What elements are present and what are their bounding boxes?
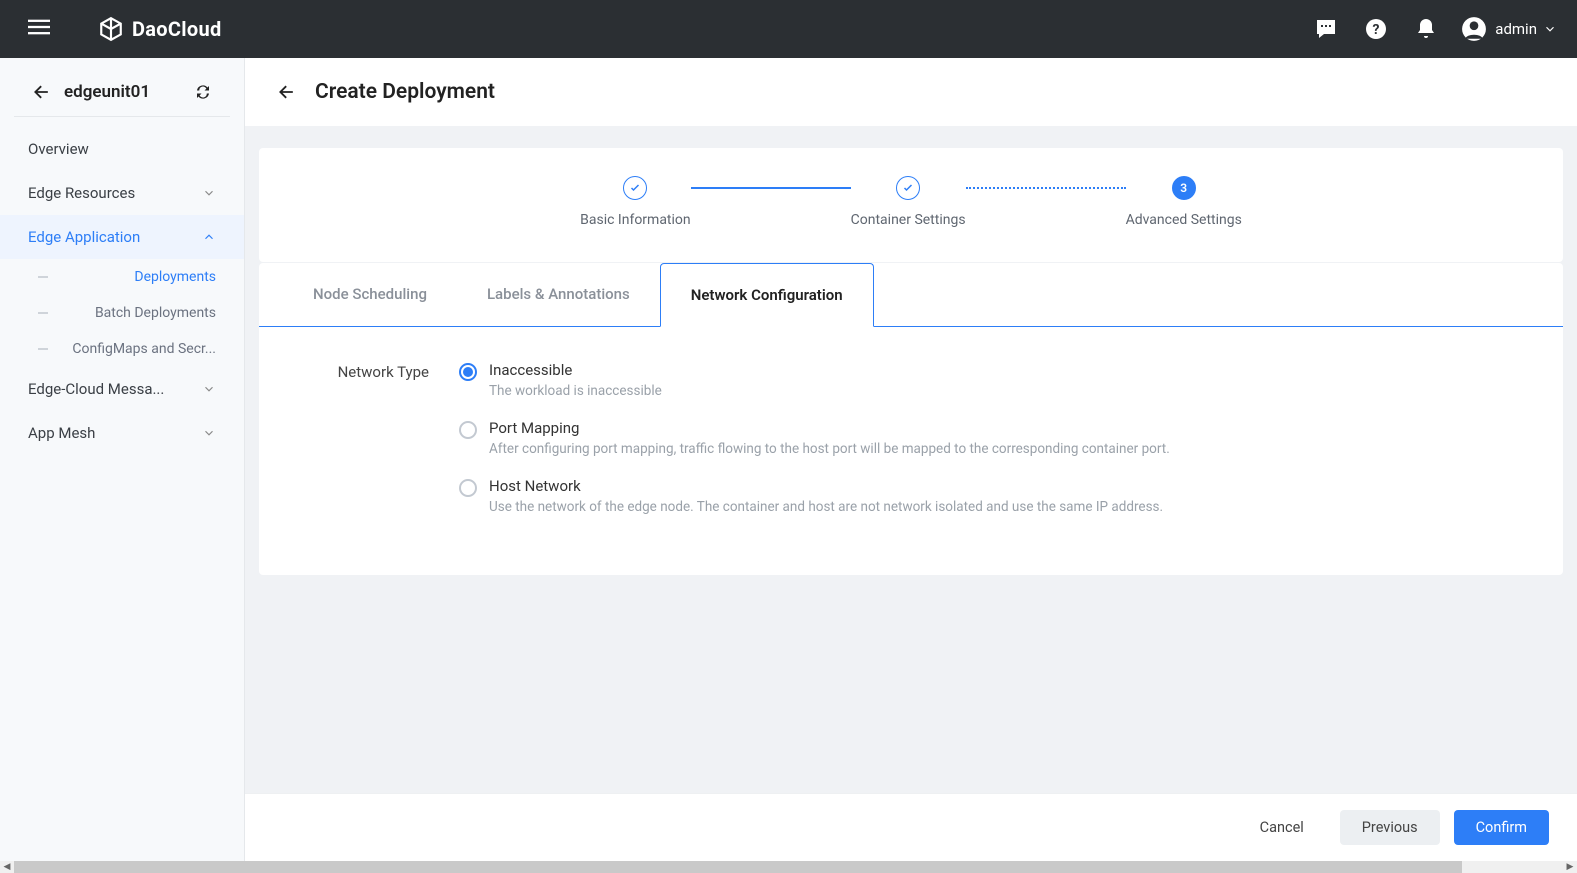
brand-name: DaoCloud xyxy=(132,17,222,41)
sidebar-item-batch-deployments[interactable]: Batch Deployments xyxy=(0,295,244,331)
radio-button-icon xyxy=(459,479,477,497)
unit-name: edgeunit01 xyxy=(64,82,194,102)
page-header: Create Deployment xyxy=(245,58,1577,126)
bell-icon xyxy=(1414,17,1438,41)
messages-button[interactable] xyxy=(1314,17,1338,41)
hamburger-icon xyxy=(28,16,50,38)
svg-text:?: ? xyxy=(1373,22,1380,38)
step-container-settings[interactable]: Container Settings xyxy=(851,176,966,228)
confirm-button[interactable]: Confirm xyxy=(1454,810,1549,845)
user-name: admin xyxy=(1495,20,1537,38)
sync-button[interactable] xyxy=(194,83,212,101)
scroll-thumb[interactable] xyxy=(14,861,1462,873)
chevron-down-icon xyxy=(202,382,216,396)
top-bar: DaoCloud ? admin xyxy=(0,0,1577,58)
tab-network-configuration[interactable]: Network Configuration xyxy=(660,263,874,327)
radio-desc: The workload is inaccessible xyxy=(489,383,662,399)
cancel-button[interactable]: Cancel xyxy=(1238,810,1326,845)
menu-toggle-button[interactable] xyxy=(20,8,58,50)
arrow-left-icon xyxy=(277,82,297,102)
radio-desc: After configuring port mapping, traffic … xyxy=(489,441,1170,457)
step-complete-icon xyxy=(896,176,920,200)
radio-desc: Use the network of the edge node. The co… xyxy=(489,499,1163,515)
help-icon: ? xyxy=(1364,17,1388,41)
radio-host-network[interactable]: Host Network Use the network of the edge… xyxy=(459,477,1503,515)
radio-title: Inaccessible xyxy=(489,361,662,379)
unit-header: edgeunit01 xyxy=(14,68,230,117)
chevron-down-icon xyxy=(202,186,216,200)
scroll-right-icon[interactable]: ▶ xyxy=(1563,861,1577,873)
sidebar-back-button[interactable] xyxy=(32,82,52,102)
footer-actions: Cancel Previous Confirm xyxy=(245,793,1577,861)
step-current-icon: 3 xyxy=(1172,176,1196,200)
sidebar-item-overview[interactable]: Overview xyxy=(0,127,244,171)
tab-labels-annotations[interactable]: Labels & Annotations xyxy=(457,263,660,326)
scroll-left-icon[interactable]: ◀ xyxy=(0,861,14,873)
page-title: Create Deployment xyxy=(315,80,495,104)
sync-icon xyxy=(194,83,212,101)
sidebar: edgeunit01 Overview Edge Resources Edge … xyxy=(0,58,245,861)
radio-port-mapping[interactable]: Port Mapping After configuring port mapp… xyxy=(459,419,1503,457)
arrow-left-icon xyxy=(32,82,52,102)
chevron-down-icon xyxy=(202,426,216,440)
network-config-form: Network Type Inaccessible The workload i… xyxy=(259,327,1563,575)
check-icon xyxy=(902,182,914,194)
dash-icon xyxy=(38,348,48,350)
dash-icon xyxy=(38,276,48,278)
check-icon xyxy=(629,182,641,194)
tabs-card: Node Scheduling Labels & Annotations Net… xyxy=(259,263,1563,575)
sidebar-item-edge-resources[interactable]: Edge Resources xyxy=(0,171,244,215)
scroll-track[interactable] xyxy=(14,861,1563,873)
radio-inaccessible[interactable]: Inaccessible The workload is inaccessibl… xyxy=(459,361,1503,399)
main: Create Deployment Basic Information xyxy=(245,58,1577,861)
sidebar-item-configmaps-secrets[interactable]: ConfigMaps and Secr... xyxy=(0,331,244,367)
horizontal-scrollbar[interactable]: ◀ ▶ xyxy=(0,861,1577,873)
radio-title: Port Mapping xyxy=(489,419,1170,437)
chevron-up-icon xyxy=(202,230,216,244)
sidebar-item-deployments[interactable]: Deployments xyxy=(0,259,244,295)
step-connector xyxy=(966,187,1126,189)
previous-button[interactable]: Previous xyxy=(1340,810,1440,845)
step-advanced-settings[interactable]: 3 Advanced Settings xyxy=(1126,176,1242,228)
notifications-button[interactable] xyxy=(1414,17,1438,41)
network-type-radio-group: Inaccessible The workload is inaccessibl… xyxy=(459,361,1503,515)
chat-icon xyxy=(1314,17,1338,41)
network-type-label: Network Type xyxy=(319,361,429,381)
stepper-card: Basic Information Container Settings 3 A… xyxy=(259,148,1563,262)
help-button[interactable]: ? xyxy=(1364,17,1388,41)
avatar-icon xyxy=(1461,16,1487,42)
radio-button-icon xyxy=(459,363,477,381)
page-back-button[interactable] xyxy=(277,82,297,102)
user-menu[interactable]: admin xyxy=(1461,16,1557,42)
dash-icon xyxy=(38,312,48,314)
step-connector xyxy=(691,187,851,189)
chevron-down-icon xyxy=(1543,22,1557,36)
sidebar-item-edge-application[interactable]: Edge Application xyxy=(0,215,244,259)
sidebar-item-app-mesh[interactable]: App Mesh xyxy=(0,411,244,455)
radio-title: Host Network xyxy=(489,477,1163,495)
radio-button-icon xyxy=(459,421,477,439)
nav-list: Overview Edge Resources Edge Application… xyxy=(0,127,244,455)
tab-node-scheduling[interactable]: Node Scheduling xyxy=(283,263,457,326)
stepper: Basic Information Container Settings 3 A… xyxy=(283,172,1539,238)
cube-icon xyxy=(98,16,124,42)
tabs: Node Scheduling Labels & Annotations Net… xyxy=(259,263,1563,327)
brand-logo[interactable]: DaoCloud xyxy=(98,16,222,42)
step-complete-icon xyxy=(623,176,647,200)
sidebar-item-edge-cloud-messaging[interactable]: Edge-Cloud Messa... xyxy=(0,367,244,411)
step-basic-info[interactable]: Basic Information xyxy=(580,176,691,228)
